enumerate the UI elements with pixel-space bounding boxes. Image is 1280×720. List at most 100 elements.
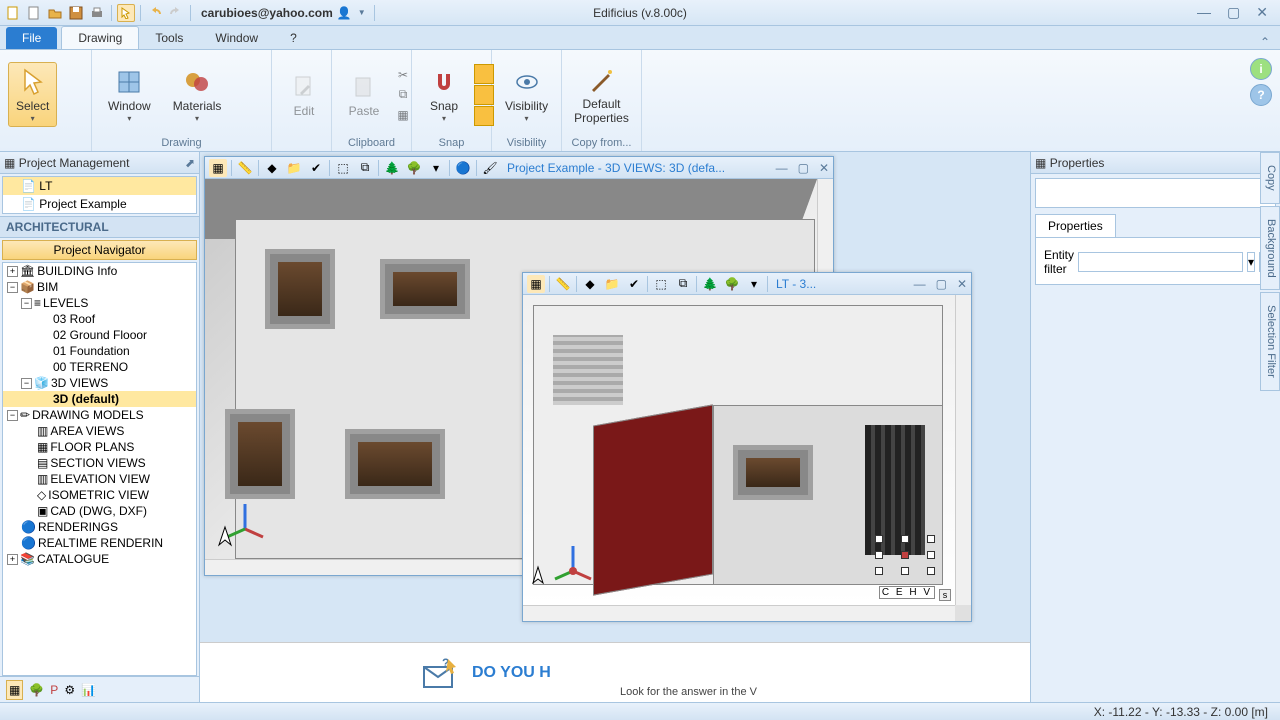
user-dropdown-icon[interactable]: ▼ — [358, 8, 366, 17]
tb2-copy-icon[interactable]: ⧉ — [674, 275, 692, 293]
tab-window[interactable]: Window — [199, 27, 274, 49]
minimize-icon[interactable]: — — [1197, 4, 1211, 21]
qat-new-icon[interactable] — [4, 4, 22, 22]
doc-minimize-icon[interactable]: — — [776, 161, 788, 175]
doc-maximize-icon[interactable]: ▢ — [798, 161, 809, 175]
tb-brush-icon[interactable]: 🖌 — [481, 159, 499, 177]
tb-folder-icon[interactable]: 📁 — [285, 159, 303, 177]
tb-check-icon[interactable]: ✔ — [307, 159, 325, 177]
tree-isometric-view[interactable]: ◇ ISOMETRIC VIEW — [3, 487, 196, 503]
side-tab-selection-filter[interactable]: Selection Filter — [1260, 292, 1280, 391]
tree-section-views[interactable]: ▤ SECTION VIEWS — [3, 455, 196, 471]
tb2-tree-icon[interactable]: 🌲 — [701, 275, 719, 293]
bottom-icon-3[interactable]: P — [50, 683, 58, 697]
tab-drawing[interactable]: Drawing — [61, 26, 139, 49]
tree-renderings[interactable]: 🔵 RENDERINGS — [3, 519, 196, 535]
project-item-example[interactable]: 📄 Project Example — [3, 195, 196, 213]
tb2-layers-icon[interactable]: ▦ — [527, 275, 545, 293]
help-button[interactable]: ? — [1250, 84, 1272, 106]
tree-level-01[interactable]: 01 Foundation — [3, 343, 196, 359]
snap-opt1-icon[interactable] — [474, 64, 494, 84]
file-tab[interactable]: File — [6, 27, 57, 49]
tree-level-02[interactable]: 02 Ground Flooor — [3, 327, 196, 343]
doc2-close-icon[interactable]: ✕ — [957, 277, 967, 291]
bottom-icon-5[interactable]: 📊 — [81, 683, 96, 697]
tree-3dviews[interactable]: − 🧊 3D VIEWS — [3, 375, 196, 391]
qat-new2-icon[interactable] — [25, 4, 43, 22]
tb2-check-icon[interactable]: ✔ — [625, 275, 643, 293]
tb-bush-icon[interactable]: 🌳 — [405, 159, 423, 177]
user-email: carubioes@yahoo.com — [201, 6, 333, 20]
tb2-bush-icon[interactable]: 🌳 — [723, 275, 741, 293]
tab-help[interactable]: ? — [274, 27, 313, 49]
tree-area-views[interactable]: ▥ AREA VIEWS — [3, 423, 196, 439]
properties-tab[interactable]: Properties — [1035, 214, 1116, 237]
tree-level-03[interactable]: 03 Roof — [3, 311, 196, 327]
qat-undo-icon[interactable] — [146, 4, 164, 22]
snap-button[interactable]: Snap ▾ — [420, 62, 468, 126]
tb-tree-icon[interactable]: 🌲 — [383, 159, 401, 177]
doc2-minimize-icon[interactable]: — — [914, 277, 926, 291]
entity-filter-input[interactable] — [1078, 252, 1243, 272]
secondary-3d-titlebar: ▦ 📏 ◆ 📁 ✔ ⬚ ⧉ 🌲 🌳 ▾ LT - 3... — [523, 273, 971, 295]
bottom-icon-4[interactable]: ⚙ — [64, 683, 75, 697]
side-tab-copy[interactable]: Copy — [1260, 152, 1280, 204]
tree-elevation-view[interactable]: ▥ ELEVATION VIEW — [3, 471, 196, 487]
doc2-maximize-icon[interactable]: ▢ — [936, 277, 947, 291]
tb2-mat-icon[interactable]: ◆ — [581, 275, 599, 293]
snap-s-icon[interactable]: s — [939, 589, 951, 601]
bottom-icon-2[interactable]: 🌳 — [29, 683, 44, 697]
snap-opt3-icon[interactable] — [474, 106, 494, 126]
info-button[interactable]: i — [1250, 58, 1272, 80]
tb2-drop-icon[interactable]: ▾ — [745, 275, 763, 293]
tb-drop-icon[interactable]: ▾ — [427, 159, 445, 177]
default-properties-button[interactable]: Default Properties — [570, 60, 633, 128]
tb-ruler-icon[interactable]: 📏 — [236, 159, 254, 177]
tree-cad[interactable]: ▣ CAD (DWG, DXF) — [3, 503, 196, 519]
tb2-folder-icon[interactable]: 📁 — [603, 275, 621, 293]
tree-levels[interactable]: − ≡ LEVELS — [3, 295, 196, 311]
ribbon-collapse-icon[interactable]: ⌃ — [1260, 35, 1270, 49]
project-item-lt[interactable]: 📄 LT — [3, 177, 196, 195]
side-tab-background[interactable]: Background — [1260, 206, 1280, 291]
qat-open-icon[interactable] — [46, 4, 64, 22]
secondary-3d-viewport[interactable]: C E H V s — [523, 295, 971, 621]
cehv-badge[interactable]: C E H V — [879, 586, 935, 599]
window-button[interactable]: Window ▾ — [100, 62, 159, 126]
tree-3d-default[interactable]: 3D (default) — [3, 391, 196, 407]
project-navigator-header[interactable]: Project Navigator — [2, 240, 197, 260]
qat-print-icon[interactable] — [88, 4, 106, 22]
tb-globe-icon[interactable]: 🔵 — [454, 159, 472, 177]
tree-level-00[interactable]: 00 TERRENO — [3, 359, 196, 375]
tree-building-info[interactable]: + 🏛 BUILDING Info — [3, 263, 196, 279]
close-icon[interactable]: ✕ — [1256, 4, 1268, 21]
qat-pointer-icon[interactable] — [117, 4, 135, 22]
tree-floor-plans[interactable]: ▦ FLOOR PLANS — [3, 439, 196, 455]
select-button[interactable]: Select ▾ — [8, 62, 57, 126]
doc-close-icon[interactable]: ✕ — [819, 161, 829, 175]
tb-box-icon[interactable]: ⬚ — [334, 159, 352, 177]
horizontal-scrollbar-2[interactable] — [523, 605, 955, 621]
bottom-icon-1[interactable]: ▦ — [6, 680, 23, 700]
tree-drawing-models[interactable]: − ✏ DRAWING MODELS — [3, 407, 196, 423]
materials-button[interactable]: Materials ▾ — [165, 62, 230, 126]
tree-catalogue[interactable]: + 📚 CATALOGUE — [3, 551, 196, 567]
visibility-button[interactable]: Visibility ▾ — [500, 62, 553, 126]
tb-mat-icon[interactable]: ◆ — [263, 159, 281, 177]
tab-tools[interactable]: Tools — [139, 27, 199, 49]
project-tree: + 🏛 BUILDING Info − 📦 BIM − ≡ LEVELS 03 … — [2, 262, 197, 676]
tree-bim[interactable]: − 📦 BIM — [3, 279, 196, 295]
vertical-scrollbar-2[interactable] — [955, 295, 971, 605]
tree-realtime[interactable]: 🔵 REALTIME RENDERIN — [3, 535, 196, 551]
tb2-box-icon[interactable]: ⬚ — [652, 275, 670, 293]
qat-save-icon[interactable] — [67, 4, 85, 22]
pin-icon[interactable]: ⬈ — [185, 156, 195, 170]
selection-widget[interactable] — [875, 535, 935, 575]
maximize-icon[interactable]: ▢ — [1227, 4, 1240, 21]
tb2-ruler-icon[interactable]: 📏 — [554, 275, 572, 293]
entity-filter-dropdown-icon[interactable]: ▾ — [1247, 252, 1255, 272]
snap-opt2-icon[interactable] — [474, 85, 494, 105]
tb-copy-icon[interactable]: ⧉ — [356, 159, 374, 177]
qat-redo-icon[interactable] — [167, 4, 185, 22]
tb-layers-icon[interactable]: ▦ — [209, 159, 227, 177]
